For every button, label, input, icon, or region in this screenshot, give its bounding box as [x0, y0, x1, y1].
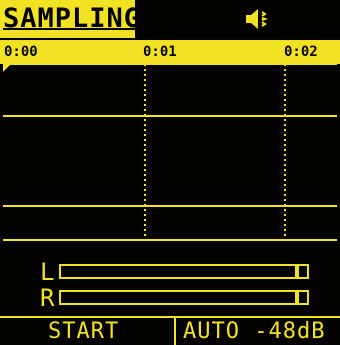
start-button[interactable]: START: [48, 318, 119, 345]
auto-level-button[interactable]: AUTO -48dB: [183, 318, 325, 345]
screen-title: SAMPLING: [3, 3, 142, 34]
left-level-meter: [59, 264, 297, 279]
right-level-meter: [59, 290, 297, 305]
speaker-icon: [246, 9, 268, 29]
right-channel-label: R: [40, 284, 55, 312]
time-tick-label: 0:02: [284, 44, 318, 60]
playhead-marker: [3, 64, 11, 72]
waveform-area[interactable]: [3, 64, 337, 242]
right-meter-peak-cap: [297, 290, 309, 305]
sampling-screen: SAMPLING 0:00 0:01 0:02 L R START AUTO -…: [0, 0, 340, 345]
left-channel-label: L: [40, 258, 55, 286]
title-badge: SAMPLING: [0, 0, 140, 38]
left-meter-peak-cap: [297, 264, 309, 279]
time-tick-label: 0:00: [4, 44, 38, 60]
time-tick-label: 0:01: [143, 44, 177, 60]
softkey-separator: [174, 318, 176, 345]
